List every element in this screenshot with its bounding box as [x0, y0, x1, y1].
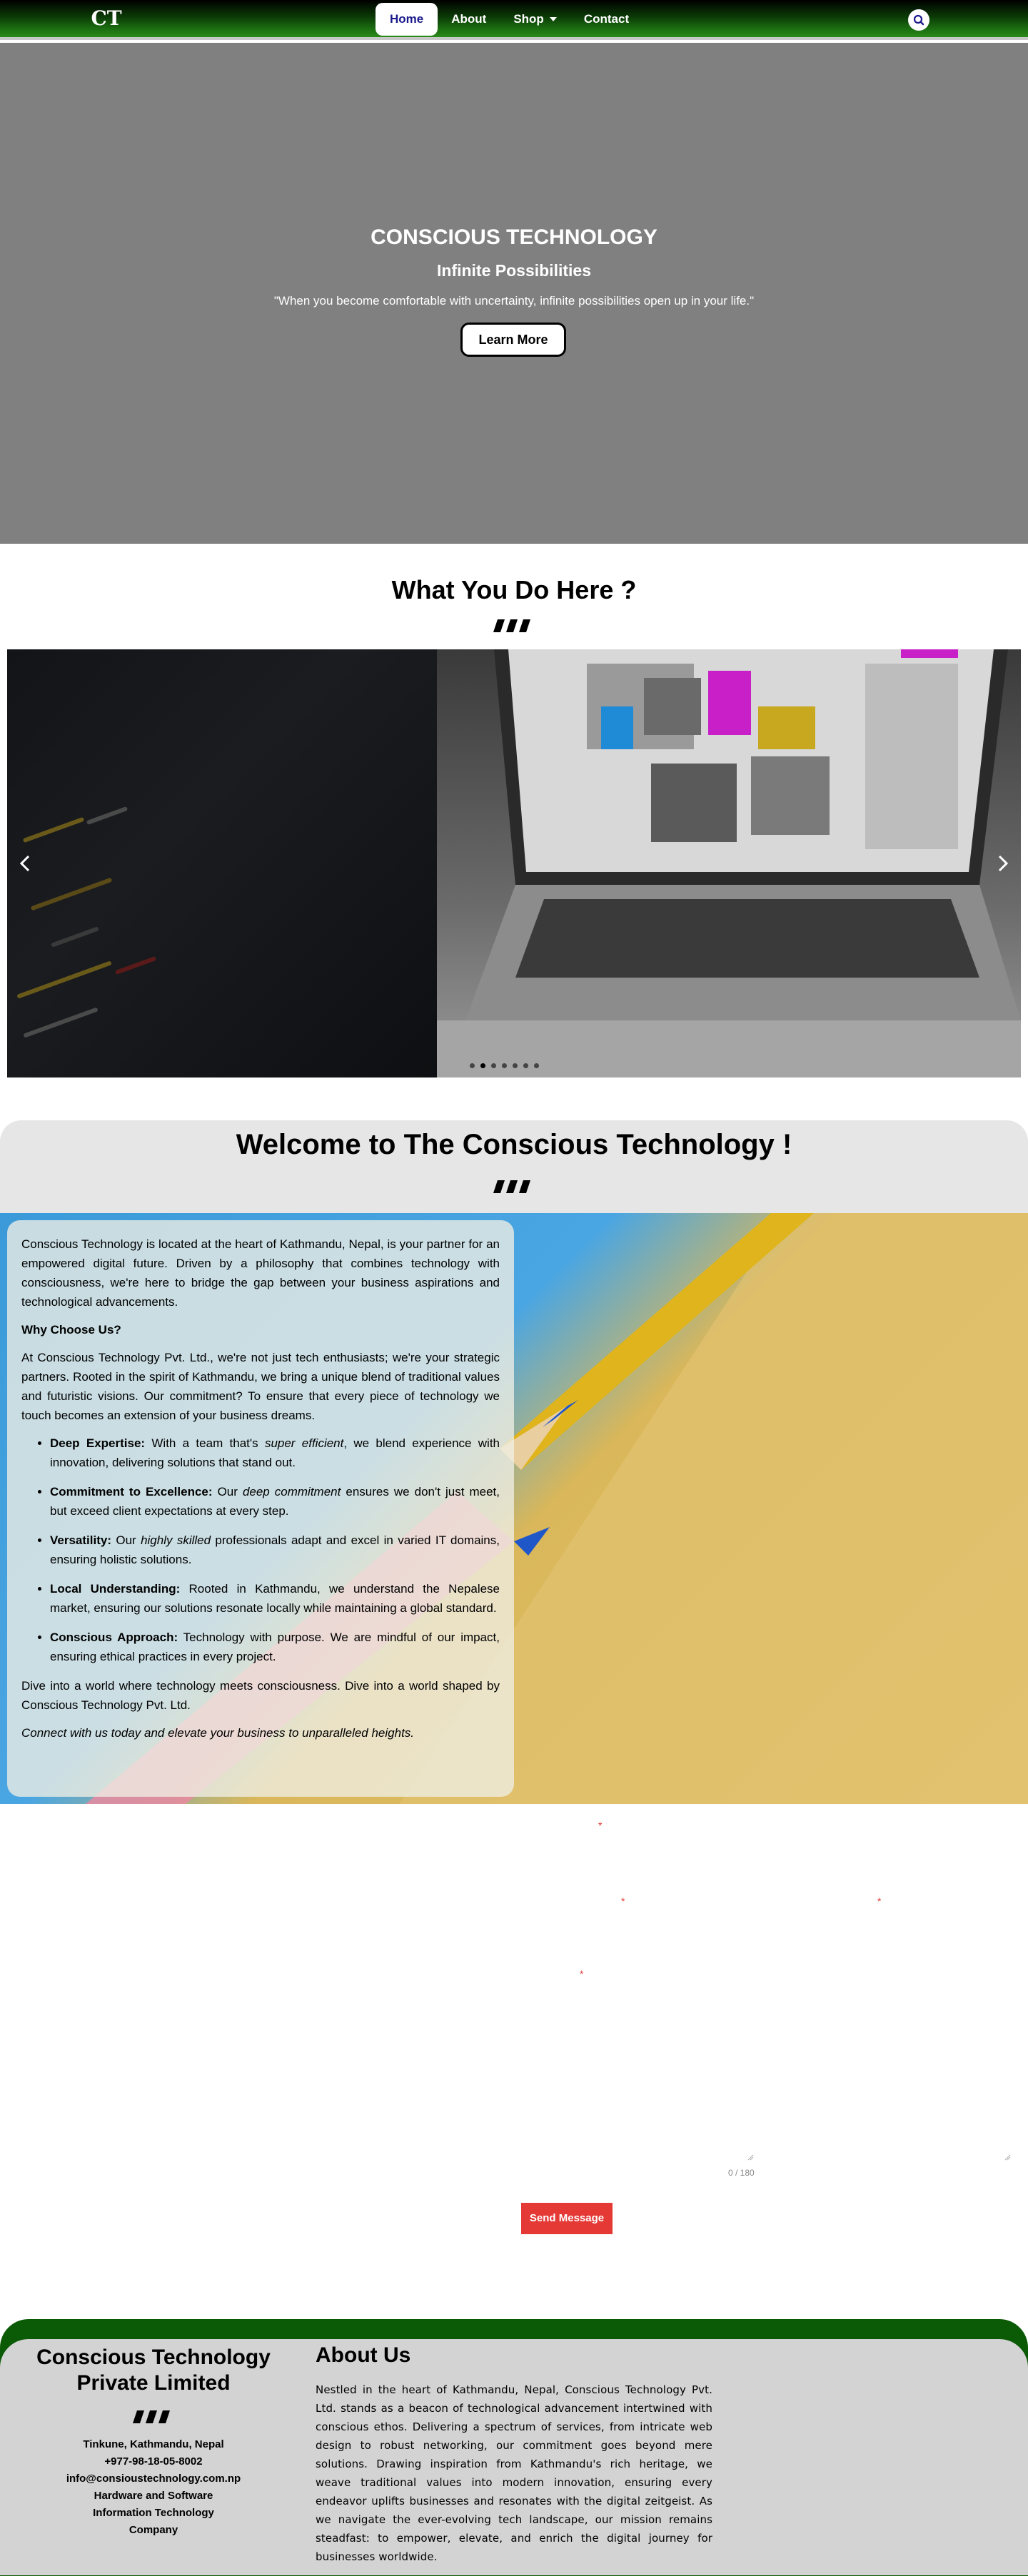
welcome-cta: Connect with us today and elevate your b… [21, 1726, 415, 1740]
nav-item-contact[interactable]: Contact [570, 3, 642, 36]
footer-company-name: Conscious Technology Private Limited [36, 2346, 271, 2395]
welcome-title: Welcome to The Conscious Technology ! [236, 1129, 792, 1160]
list-item: Conscious Approach: Technology with purp… [50, 1628, 500, 1666]
footer-tagline: Hardware and Software [94, 2490, 213, 2502]
what-section-title: What You Do Here ? [391, 575, 637, 604]
list-item: Versatility: Our highly skilled professi… [50, 1531, 500, 1569]
title-divider-icon [493, 1180, 530, 1193]
why-heading: Why Choose Us? [21, 1323, 121, 1337]
welcome-closing: Dive into a world where technology meets… [21, 1679, 500, 1712]
contact-form [0, 1804, 1028, 2303]
svg-text:CT: CT [91, 7, 121, 29]
required-marker: * [621, 1895, 625, 1907]
top-navbar: CT Home About Shop Contact [0, 0, 1028, 40]
char-counter: 0 / 180 [728, 2168, 755, 2178]
footer-tagline: Company [128, 2524, 178, 2536]
resize-handle-icon[interactable] [1004, 2154, 1011, 2161]
list-item: Local Understanding: Rooted in Kathmandu… [50, 1579, 500, 1618]
main-menu: Home About Shop Contact [376, 3, 642, 36]
code-slide-image [7, 649, 437, 1077]
required-marker: * [580, 1968, 584, 1979]
slider-dot[interactable] [502, 1063, 507, 1068]
nav-item-shop[interactable]: Shop [500, 3, 570, 36]
hero-section: CONSCIOUS TECHNOLOGY Infinite Possibilit… [0, 43, 1028, 544]
hero-quote: "When you become comfortable with uncert… [273, 294, 755, 308]
footer-contact-info: Tinkune, Kathmandu, Nepal +977-98-18-05-… [50, 2436, 257, 2539]
nav-item-about[interactable]: About [438, 3, 500, 36]
required-marker: * [877, 1895, 882, 1907]
services-slider[interactable] [7, 649, 1021, 1077]
send-message-button[interactable]: Send Message [521, 2203, 613, 2234]
laptop-design-slide-image [437, 649, 1021, 1077]
footer-email[interactable]: info@consioustechnology.com.np [50, 2470, 257, 2488]
benefits-list: Deep Expertise: With a team that's super… [50, 1434, 500, 1666]
title-divider-icon [493, 619, 530, 632]
list-item: Deep Expertise: With a team that's super… [50, 1434, 500, 1472]
chevron-left-icon[interactable] [17, 849, 34, 878]
footer-phone[interactable]: +977-98-18-05-8002 [50, 2453, 257, 2470]
welcome-text-card: Conscious Technology is located at the h… [7, 1220, 514, 1797]
footer-about-title: About Us [316, 2343, 411, 2367]
learn-more-button[interactable]: Learn More [460, 323, 566, 357]
slider-dot[interactable] [523, 1063, 528, 1068]
ct-logo[interactable]: CT [76, 7, 137, 29]
chevron-down-icon [549, 17, 557, 21]
footer-address: Tinkune, Kathmandu, Nepal [83, 2438, 224, 2450]
search-button[interactable] [908, 9, 929, 31]
footer-tagline: Information Technology [93, 2507, 214, 2519]
why-text: At Conscious Technology Pvt. Ltd., we're… [21, 1351, 500, 1422]
nav-item-home[interactable]: Home [376, 3, 438, 36]
search-icon [913, 14, 924, 26]
resize-handle-icon[interactable] [747, 2154, 754, 2161]
slider-dot-active[interactable] [480, 1063, 485, 1068]
slider-dot[interactable] [534, 1063, 539, 1068]
hero-title: CONSCIOUS TECHNOLOGY [371, 225, 657, 249]
hero-subtitle: Infinite Possibilities [437, 261, 591, 280]
required-marker: * [598, 1820, 603, 1831]
chevron-right-icon[interactable] [994, 849, 1011, 878]
slider-pagination [470, 1063, 539, 1068]
slider-dot[interactable] [491, 1063, 496, 1068]
title-divider-icon [133, 2410, 170, 2423]
list-item: Commitment to Excellence: Our deep commi… [50, 1482, 500, 1521]
laptop-illustration [437, 649, 1021, 1077]
footer-about-text: Nestled in the heart of Kathmandu, Nepal… [316, 2383, 712, 2563]
slider-dot[interactable] [513, 1063, 518, 1068]
welcome-intro: Conscious Technology is located at the h… [21, 1237, 500, 1309]
slider-dot[interactable] [470, 1063, 475, 1068]
